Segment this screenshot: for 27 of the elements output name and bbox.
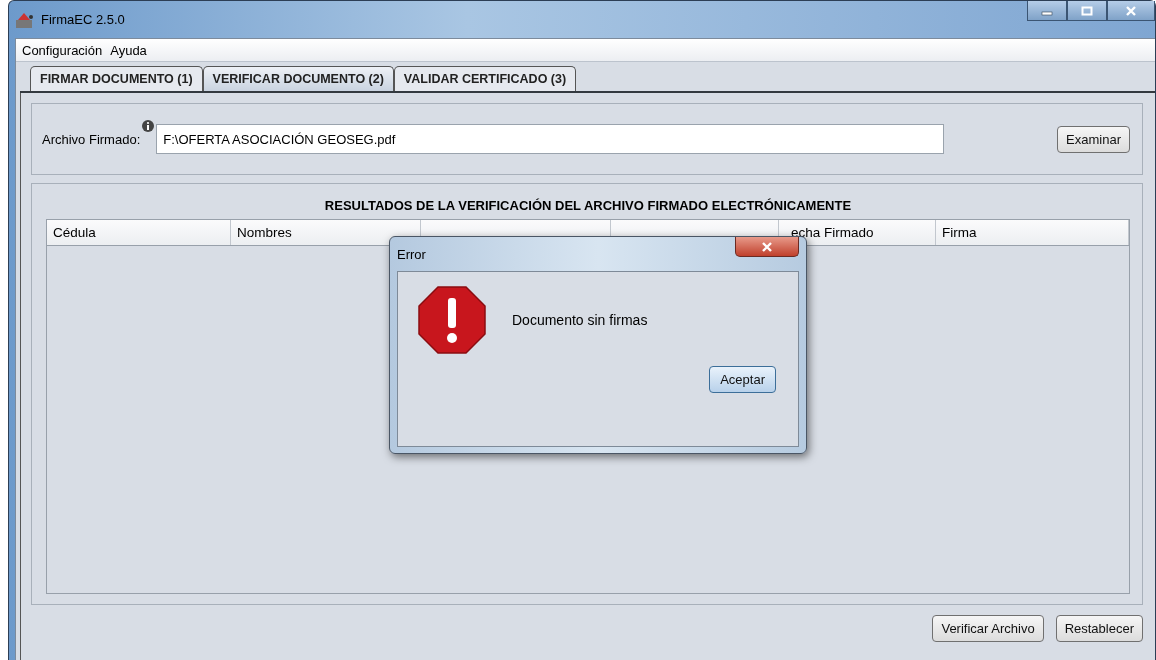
dialog-title: Error [397,246,426,262]
tab[interactable]: VALIDAR CERTIFICADO (3) [393,66,577,91]
error-message: Documento sin firmas [512,312,648,328]
close-button[interactable] [1107,1,1155,21]
tab[interactable]: VERIFICAR DOCUMENTO (2) [202,66,394,91]
maximize-button[interactable] [1067,1,1107,21]
close-button[interactable] [735,237,799,257]
field-label: Archivo Firmado: [42,131,141,147]
close-icon [761,241,773,252]
column-header: Cédula [53,225,96,240]
close-icon [1125,5,1137,16]
info-icon [142,120,155,132]
file-path-field[interactable]: F:\OFERTA ASOCIACIÓN GEOSEG.pdf [156,124,945,154]
tab[interactable]: FIRMAR DOCUMENTO (1) [30,66,203,91]
column-header: Nombres [237,225,292,240]
column-header: Firma [942,225,977,240]
menu-item[interactable]: Configuración [22,42,103,58]
maximize-icon [1081,5,1093,16]
action-button[interactable]: Verificar Archivo [932,615,1044,642]
menu-item[interactable]: Ayuda [110,42,147,58]
window-title: FirmaEC 2.5.0 [41,12,125,27]
results-title: RESULTADOS DE LA VERIFICACIÓN DEL ARCHIVO FIRMADO ELECTRÓNICAMENTE [323,197,853,215]
accept-button[interactable]: Aceptar [709,366,776,393]
action-button[interactable]: Restablecer [1055,615,1143,642]
minimize-button[interactable] [1027,1,1067,21]
error-icon [418,286,486,354]
browse-button[interactable]: Examinar [1057,125,1130,153]
